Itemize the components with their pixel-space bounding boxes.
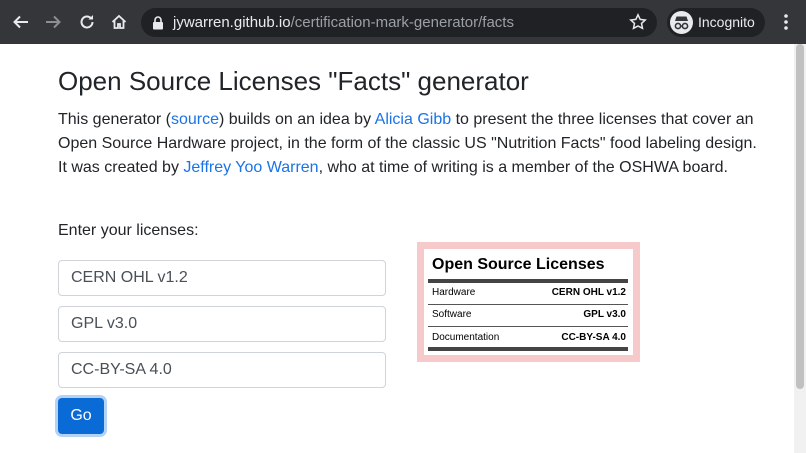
facts-row-value: GPL v3.0 (583, 309, 626, 320)
url-path: /certification-mark-generator/facts (290, 14, 514, 31)
forward-arrow-icon (46, 15, 61, 29)
hardware-license-input[interactable] (58, 260, 386, 296)
reload-icon (80, 15, 94, 29)
source-link[interactable]: source (171, 111, 219, 128)
facts-row-documentation: Documentation CC-BY-SA 4.0 (432, 332, 626, 343)
facts-row-label: Documentation (432, 332, 500, 343)
incognito-icon (670, 11, 693, 34)
facts-row-label: Software (432, 309, 472, 320)
browser-menu-button[interactable] (774, 10, 798, 34)
back-arrow-icon (13, 15, 28, 29)
lock-icon (153, 16, 163, 30)
form-label: Enter your licenses: (58, 222, 199, 239)
incognito-badge[interactable]: Incognito (667, 8, 765, 37)
facts-label-frame: Open Source Licenses Hardware CERN OHL v… (417, 242, 640, 362)
browser-toolbar: jywarren.github.io/certification-mark-ge… (0, 0, 806, 44)
facts-bottom-rule (428, 347, 628, 351)
jeffrey-yoo-warren-link[interactable]: Jeffrey Yoo Warren (183, 159, 318, 176)
intro-text-2: ) builds on an idea by (218, 111, 375, 128)
software-license-input[interactable] (58, 306, 386, 342)
facts-row-hardware: Hardware CERN OHL v1.2 (432, 287, 626, 298)
home-icon (111, 14, 127, 29)
scrollbar-thumb[interactable] (796, 44, 804, 389)
facts-row-value: CERN OHL v1.2 (551, 287, 626, 298)
address-bar[interactable]: jywarren.github.io/certification-mark-ge… (141, 8, 657, 37)
facts-top-rule (428, 279, 628, 283)
page-content: Open Source Licenses "Facts" generator T… (0, 44, 794, 453)
documentation-license-input[interactable] (58, 352, 386, 388)
intro-paragraph: This generator (source) builds on an ide… (58, 108, 758, 180)
go-button[interactable]: Go (58, 398, 104, 434)
forward-button[interactable] (40, 9, 66, 35)
alicia-gibb-link[interactable]: Alicia Gibb (375, 111, 451, 128)
facts-divider (428, 326, 628, 327)
star-icon[interactable] (629, 13, 647, 31)
facts-row-value: CC-BY-SA 4.0 (561, 332, 626, 343)
url-text: jywarren.github.io/certification-mark-ge… (173, 14, 514, 31)
url-host: jywarren.github.io (173, 14, 291, 31)
facts-title: Open Source Licenses (432, 256, 605, 273)
home-button[interactable] (106, 9, 132, 35)
page-title: Open Source Licenses "Facts" generator (58, 66, 529, 96)
intro-text-4: , who at time of writing is a member of … (318, 159, 728, 176)
kebab-menu-icon (784, 14, 788, 30)
back-button[interactable] (8, 9, 34, 35)
intro-text-1: This generator ( (58, 111, 171, 128)
incognito-label: Incognito (698, 14, 755, 30)
facts-label: Open Source Licenses Hardware CERN OHL v… (424, 249, 633, 355)
facts-divider (428, 304, 628, 305)
reload-button[interactable] (74, 9, 100, 35)
facts-row-label: Hardware (432, 287, 476, 298)
facts-row-software: Software GPL v3.0 (432, 309, 626, 320)
